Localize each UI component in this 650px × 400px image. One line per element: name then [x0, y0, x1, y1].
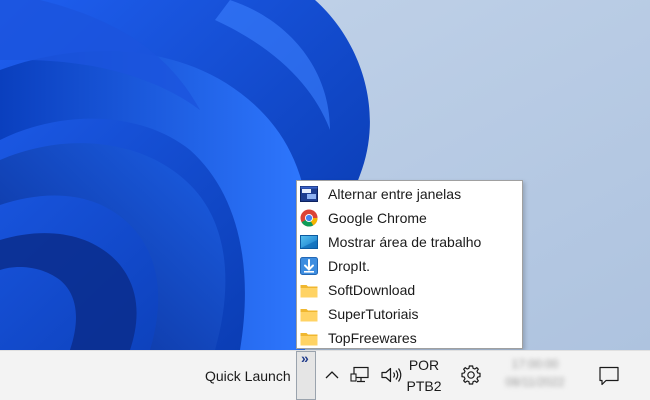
- menu-item-topfreewares[interactable]: TopFreewares: [297, 326, 522, 350]
- quick-launch-chevron-button[interactable]: »: [296, 350, 316, 400]
- menu-item-label: Google Chrome: [328, 210, 427, 226]
- menu-item-google-chrome[interactable]: Google Chrome: [297, 206, 522, 230]
- network-icon[interactable]: [350, 365, 372, 385]
- menu-item-show-desktop[interactable]: Mostrar área de trabalho: [297, 230, 522, 254]
- language-code: POR: [408, 357, 440, 373]
- menu-item-dropit[interactable]: DropIt.: [297, 254, 522, 278]
- quick-launch-menu: Alternar entre janelas Google Chrome Mos…: [296, 180, 523, 349]
- clock-time: 17:00:00: [511, 357, 559, 371]
- menu-item-supertutoriais[interactable]: SuperTutoriais: [297, 302, 522, 326]
- chrome-icon: [299, 208, 319, 228]
- notification-center-button[interactable]: [598, 365, 620, 387]
- system-clock[interactable]: 17:00:00 08/11/2022: [505, 355, 565, 397]
- gear-icon: [461, 365, 481, 385]
- folder-icon: [299, 280, 319, 300]
- quick-launch-toolbar-label[interactable]: Quick Launch: [205, 368, 291, 384]
- speech-bubble-icon: [599, 366, 619, 386]
- chevron-double-right-icon: »: [301, 350, 309, 366]
- taskbar: Quick Launch » POR PTB2 17:00:00 08/11/2…: [0, 350, 650, 400]
- folder-icon: [299, 328, 319, 348]
- settings-button[interactable]: [460, 364, 482, 386]
- show-hidden-icons-button[interactable]: [322, 365, 342, 385]
- menu-item-label: Alternar entre janelas: [328, 186, 462, 202]
- menu-item-label: Mostrar área de trabalho: [328, 234, 482, 250]
- clock-date: 08/11/2022: [505, 375, 565, 389]
- show-desktop-icon: [299, 232, 319, 252]
- dropit-icon: [299, 256, 319, 276]
- switch-windows-icon: [299, 184, 319, 204]
- menu-item-label: SuperTutoriais: [328, 306, 419, 322]
- keyboard-layout-code: PTB2: [406, 378, 442, 394]
- menu-item-switch-windows[interactable]: Alternar entre janelas: [297, 182, 522, 206]
- chevron-up-icon: [325, 371, 339, 379]
- menu-item-label: TopFreewares: [328, 330, 417, 346]
- menu-item-label: DropIt.: [328, 258, 371, 274]
- menu-item-softdownload[interactable]: SoftDownload: [297, 278, 522, 302]
- menu-item-label: SoftDownload: [328, 282, 416, 298]
- volume-icon[interactable]: [379, 365, 403, 385]
- folder-icon: [299, 304, 319, 324]
- input-language-indicator[interactable]: POR PTB2: [405, 355, 443, 397]
